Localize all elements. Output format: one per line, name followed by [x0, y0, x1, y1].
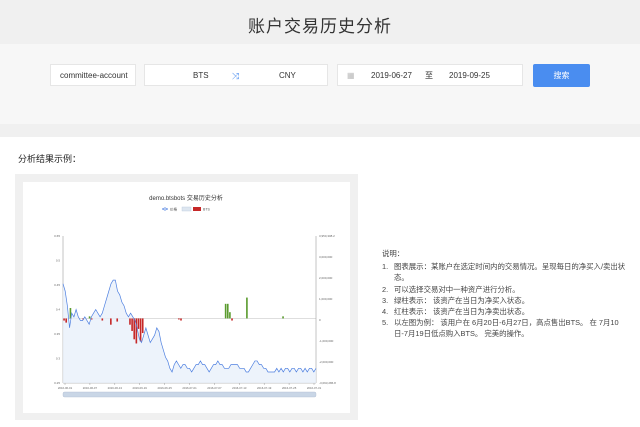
legend-bts-swatch [193, 207, 201, 211]
legend-price-label: 价格 [170, 206, 177, 211]
bts-bar [88, 316, 91, 319]
y-left-tick-label: 0.25 [54, 381, 60, 385]
note-number: 5. [382, 318, 389, 328]
note-item: 5. 以左图为例： 该用户在 6月20日-6月27日，高点售出BTS。 在 7月1… [382, 317, 630, 339]
note-number: 2. [382, 284, 389, 294]
bts-bar [133, 318, 136, 340]
x-tick-label: 2016-06-13 [108, 386, 123, 390]
x-tick-label: 2016-06-19 [133, 386, 148, 390]
legend-area-swatch [181, 206, 192, 212]
bts-bar [178, 318, 180, 320]
y-left-tick-label: 0.3 [56, 357, 61, 361]
bts-bar [137, 318, 140, 329]
date-separator: 至 [425, 71, 433, 80]
chart-legend: 价格 BTS [162, 206, 210, 211]
result-heading: 分析结果示例： [18, 154, 82, 164]
bts-bar [224, 303, 227, 319]
y-right-tick-label: 3,950,308.2 [319, 234, 335, 238]
x-tick-label: 2016-06-25 [157, 386, 172, 390]
price-area [63, 280, 316, 383]
asset-pair-selector[interactable]: BTS ⤨ CNY [144, 64, 328, 86]
chart-card: demo.btsbots 交易历史分析 价格 BTS 0.65 0.5 0.45 0.4… [23, 182, 350, 413]
note-text: 红柱表示： 该资产在当日为净卖出状态。 [394, 307, 530, 317]
x-tick-label: 2016-07-25 [282, 386, 297, 390]
note-item: 1. 图表展示：某账户在选定时间内的交易情况。呈现每日的净买入/卖出状态。 [382, 261, 630, 283]
x-tick-label: 2016-07-31 [307, 386, 322, 390]
y-left-tick-label: 0.4 [56, 308, 61, 312]
bts-bar [141, 318, 144, 334]
notes-panel: 说明： 1. 图表展示：某账户在选定时间内的交易情况。呈现每日的净买入/卖出状态。… [382, 248, 630, 340]
note-item: 3. 绿柱表示： 该资产在当日为净买入状态。 [382, 295, 630, 306]
y-left-tick-label: 0.45 [54, 283, 60, 287]
bts-bar [231, 318, 233, 321]
y-left-tick-label: 0.5 [56, 259, 61, 263]
legend-price-marker [163, 207, 167, 211]
y-right-tick-label: 1,000,000 [319, 297, 333, 301]
search-button[interactable]: 搜索 [533, 64, 590, 87]
chart-plot: 0.65 0.5 0.45 0.4 0.35 0.3 0.25 3,950,308.2 3,00… [54, 234, 336, 398]
chart-title: demo.btsbots 交易历史分析 [149, 194, 223, 202]
note-text: 图表展示：某账户在选定时间内的交易情况。呈现每日的净买入/卖出状态。 [394, 262, 626, 283]
end-date-input[interactable]: 2019-09-25 [449, 65, 490, 87]
swap-icon[interactable]: ⤨ [232, 65, 239, 87]
note-number: 4. [382, 307, 389, 317]
notes-label: 说明： [382, 249, 405, 258]
bts-bar [226, 303, 229, 319]
y-right-tick-label: -3,093,286.8 [319, 381, 336, 385]
bts-bar [180, 318, 182, 321]
notes-list: 1. 图表展示：某账户在选定时间内的交易情况。呈现每日的净买入/卖出状态。 2. 可以… [382, 261, 630, 339]
base-asset-select[interactable]: BTS [193, 65, 209, 87]
bts-bar [246, 297, 248, 319]
x-tick-label: 2016-07-13 [232, 386, 247, 390]
calendar-icon: ▦ [347, 71, 355, 80]
y-left-tick-label: 0.35 [54, 332, 60, 336]
bts-bar [131, 318, 133, 331]
x-tick-label: 2016-07-01 [182, 386, 197, 390]
y-right-tick-label: -2,000,000 [319, 360, 334, 364]
bts-bar [65, 318, 67, 323]
chart-frame: demo.btsbots 交易历史分析 价格 BTS 0.65 0.5 0.45 0.4… [15, 174, 358, 420]
bts-bar [229, 312, 231, 319]
note-item: 4. 红柱表示： 该资产在当日为净卖出状态。 [382, 306, 630, 317]
quote-asset-select[interactable]: CNY [279, 65, 296, 87]
page-title: 账户交易历史分析 [248, 17, 392, 36]
y-right-tick-label: 0 [319, 318, 321, 322]
x-tick-label: 2016-06-01 [58, 386, 73, 390]
legend-bts-label: BTS [203, 207, 210, 211]
x-tick-label: 2016-07-19 [257, 386, 272, 390]
bts-bar [101, 318, 104, 321]
note-number: 3. [382, 295, 389, 305]
y-right-tick-label: 3,000,000 [319, 255, 333, 259]
trade-history-chart: demo.btsbots 交易历史分析 价格 BTS 0.65 0.5 0.45 0.4… [54, 194, 336, 398]
bts-bar [282, 316, 284, 319]
note-text: 以左图为例： 该用户在 6月20日-6月27日，高点售出BTS。 在 7月10日… [394, 318, 619, 339]
note-text: 可以选择交易对中一种资产进行分析。 [394, 284, 520, 294]
y-left-tick-label: 0.65 [54, 234, 60, 238]
account-input[interactable]: committee-account [50, 64, 136, 86]
bts-bar [110, 318, 112, 325]
x-tick-label: 2016-07-07 [207, 386, 222, 390]
bts-bar [129, 318, 131, 325]
bts-bar [116, 318, 119, 322]
zoom-slider [62, 391, 317, 398]
bts-bar [63, 318, 65, 321]
note-text: 绿柱表示： 该资产在当日为净买入状态。 [394, 295, 530, 305]
date-range-picker[interactable]: ▦ 2019-06-27 至 2019-09-25 [337, 64, 523, 86]
bts-bar [139, 318, 142, 342]
note-item: 2. 可以选择交易对中一种资产进行分析。 [382, 284, 630, 295]
x-tick-label: 2016-06-07 [83, 386, 98, 390]
y-right-tick-label: 2,000,000 [319, 276, 333, 280]
note-number: 1. [382, 262, 389, 272]
y-right-tick-label: -1,000,000 [319, 339, 334, 343]
start-date-input[interactable]: 2019-06-27 [371, 65, 412, 87]
